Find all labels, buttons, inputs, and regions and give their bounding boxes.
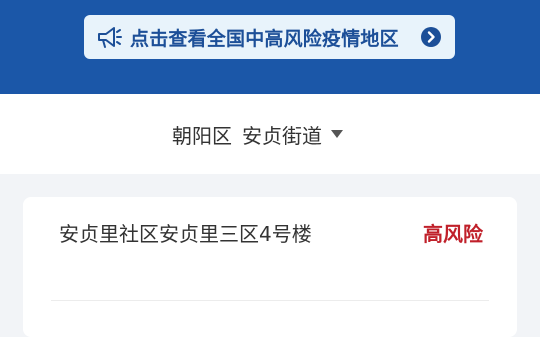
high-risk-areas-banner[interactable]: 点击查看全国中高风险疫情地区: [84, 15, 455, 59]
location-selector[interactable]: 朝阳区 安贞街道: [172, 120, 344, 148]
street-label: 安贞街道: [242, 123, 322, 148]
area-address: 安贞里社区安贞里三区4号楼: [59, 222, 312, 246]
banner-text: 点击查看全国中高风险疫情地区: [130, 27, 399, 50]
chevron-right-circle-icon: [421, 27, 441, 47]
caret-down-icon: [331, 130, 343, 138]
risk-level-badge: 高风险: [423, 222, 483, 246]
megaphone-icon: [98, 27, 122, 48]
district-label: 朝阳区: [172, 123, 232, 148]
risk-area-card: 安贞里社区安贞里三区4号楼 高风险: [23, 197, 517, 337]
divider: [51, 300, 489, 301]
header: 点击查看全国中高风险疫情地区: [0, 0, 540, 94]
location-bar: 朝阳区 安贞街道: [0, 94, 540, 174]
